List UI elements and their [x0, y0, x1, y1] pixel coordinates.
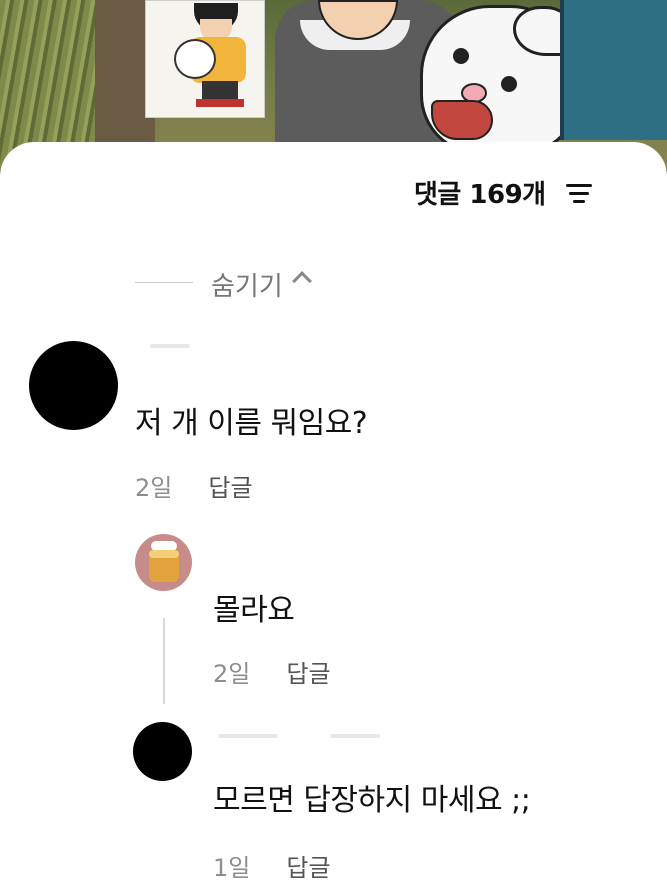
- hide-replies-toggle[interactable]: 숨기기: [135, 264, 435, 304]
- drawing-shoes: [196, 99, 244, 107]
- username-redacted: [150, 344, 190, 348]
- puppet-eye: [453, 48, 469, 64]
- avatar[interactable]: [135, 534, 192, 591]
- hide-replies-label: 숨기기: [211, 272, 283, 302]
- thread-line: [163, 618, 165, 704]
- reply-button[interactable]: 답글: [286, 660, 330, 688]
- comment-text: 저 개 이름 뭐임요?: [135, 406, 368, 441]
- avatar-pancake-top: [149, 550, 179, 558]
- puppet-eye: [501, 76, 517, 92]
- username-redacted: [218, 734, 278, 738]
- reply-text: 몰라요: [213, 593, 295, 628]
- puppet-mouth: [431, 100, 493, 140]
- username-redacted: [330, 734, 380, 738]
- reply-time: 1일: [213, 854, 251, 882]
- avatar[interactable]: [133, 722, 192, 781]
- sort-lines-icon[interactable]: [566, 184, 592, 204]
- comment-meta: 2일 답글: [135, 468, 253, 503]
- reply-meta: 1일 답글: [213, 848, 331, 883]
- comment-count: 댓글 169개: [414, 180, 546, 210]
- comments-header: 댓글 169개: [0, 172, 667, 212]
- reply-button[interactable]: 답글: [286, 854, 330, 882]
- video-dog-puppet: [420, 5, 580, 155]
- divider: [135, 282, 193, 283]
- video-background-object: [560, 0, 667, 140]
- comment-time: 2일: [135, 474, 173, 502]
- avatar[interactable]: [29, 341, 118, 430]
- reply-button[interactable]: 답글: [208, 474, 252, 502]
- comments-sheet: 댓글 169개 숨기기 저 개 이름 뭐임요? 2일 답글 몰라요 2일 답글 모르…: [0, 142, 667, 889]
- video-drawing: [145, 0, 265, 118]
- reply-meta: 2일 답글: [213, 654, 331, 689]
- reply-time: 2일: [213, 660, 251, 688]
- chevron-up-icon: [292, 271, 312, 291]
- reply-text: 모르면 답장하지 마세요 ;;: [213, 783, 531, 818]
- drawing-dog: [174, 39, 216, 79]
